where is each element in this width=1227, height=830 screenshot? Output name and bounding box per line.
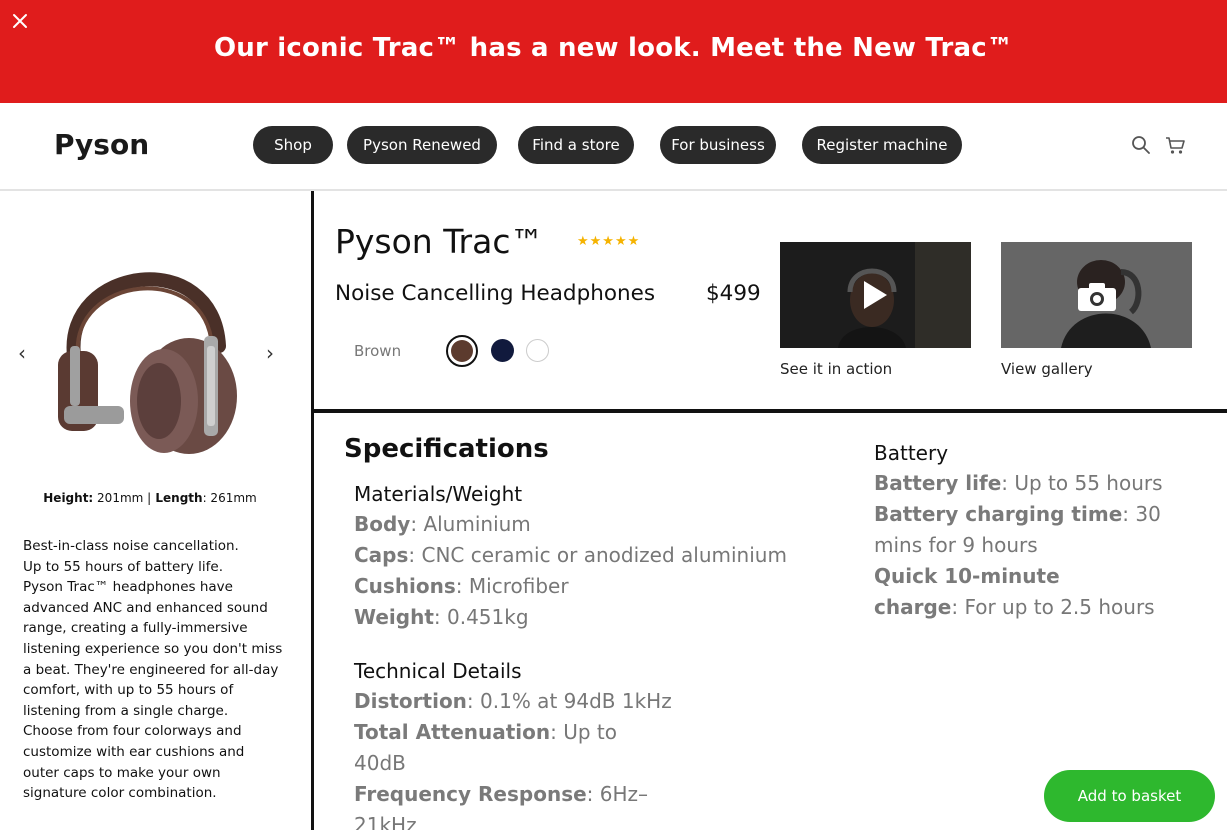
spec-value: : 30 xyxy=(1122,502,1161,526)
swatch-navy[interactable] xyxy=(491,339,514,362)
promo-banner: Our iconic Trac™ has a new look. Meet th… xyxy=(0,0,1227,103)
swatch-brown-fill xyxy=(451,340,473,362)
spec-value: : 0.1% at 94dB 1kHz xyxy=(466,689,672,713)
description-line: customize with ear cushions and xyxy=(23,743,245,760)
spec-key: Cushions xyxy=(354,574,456,598)
spec-quick-charge-cont: charge: For up to 2.5 hours xyxy=(874,592,1155,623)
search-icon[interactable] xyxy=(1130,134,1152,156)
description-line: a beat. They're engineered for all-day xyxy=(23,661,279,678)
camera-icon[interactable] xyxy=(1077,282,1117,312)
description-line: Choose from four colorways and xyxy=(23,723,242,740)
length-label: Length xyxy=(151,491,203,505)
description-line: signature color combination. xyxy=(23,785,217,802)
description-line: Up to 55 hours of battery life. xyxy=(23,558,224,575)
spec-key: Distortion xyxy=(354,689,467,713)
description-line: outer caps to make your own xyxy=(23,764,221,781)
spec-value: : Up to xyxy=(550,720,618,744)
horizontal-divider xyxy=(314,409,1227,413)
spec-weight: Weight: 0.451kg xyxy=(354,602,529,633)
product-description: Best-in-class noise cancellation. Up to … xyxy=(23,536,295,804)
swatch-brown[interactable] xyxy=(446,335,478,367)
play-icon[interactable] xyxy=(860,279,890,311)
prev-image-arrow[interactable]: ‹ xyxy=(18,341,26,365)
spec-cushions: Cushions: Microfiber xyxy=(354,571,569,602)
spec-key: Total Attenuation xyxy=(354,720,551,744)
spec-value: : Aluminium xyxy=(410,512,531,536)
spec-key: Caps xyxy=(354,543,409,567)
spec-caps: Caps: CNC ceramic or anodized aluminium xyxy=(354,540,787,571)
spec-value: mins for 9 hours xyxy=(874,533,1038,557)
spec-value: : Microfiber xyxy=(455,574,569,598)
nav-for-business[interactable]: For business xyxy=(660,126,776,164)
nav-register-machine[interactable]: Register machine xyxy=(802,126,962,164)
product-price: $499 xyxy=(706,281,761,306)
spec-value: : 0.451kg xyxy=(433,605,529,629)
video-thumbnail[interactable] xyxy=(780,242,971,348)
add-to-basket-button[interactable]: Add to basket xyxy=(1044,770,1215,822)
gallery-thumbnail[interactable] xyxy=(1001,242,1192,348)
spec-value: 40dB xyxy=(354,751,406,775)
product-title: Pyson Trac™ xyxy=(335,222,544,261)
spec-attenuation-cont: 40dB xyxy=(354,748,406,779)
logo[interactable]: Pyson xyxy=(54,128,149,161)
spec-distortion: Distortion: 0.1% at 94dB 1kHz xyxy=(354,686,672,717)
nav-find-a-store[interactable]: Find a store xyxy=(518,126,634,164)
banner-message[interactable]: Our iconic Trac™ has a new look. Meet th… xyxy=(0,33,1227,63)
specifications-heading: Specifications xyxy=(344,434,549,464)
description-line: listening from a single charge. xyxy=(23,702,229,719)
spec-frequency-cont: 21kHz xyxy=(354,810,417,830)
battery-heading: Battery xyxy=(874,441,949,465)
spec-key: charge xyxy=(874,595,952,619)
spec-charging-time: Battery charging time: 30 xyxy=(874,499,1161,530)
rating-stars[interactable]: ★★★★★ xyxy=(577,234,640,249)
spec-charging-time-cont: mins for 9 hours xyxy=(874,530,1038,561)
height-value: 201mm xyxy=(93,491,148,505)
spec-value: : For up to 2.5 hours xyxy=(951,595,1155,619)
spec-key: Quick 10-minute xyxy=(874,564,1060,588)
description-line: Pyson Trac™ headphones have xyxy=(23,579,233,596)
spec-body: Body: Aluminium xyxy=(354,509,531,540)
nav-pyson-renewed[interactable]: Pyson Renewed xyxy=(347,126,497,164)
color-label: Brown xyxy=(354,342,402,360)
headphones-image[interactable] xyxy=(44,246,244,461)
technical-heading: Technical Details xyxy=(354,659,522,683)
spec-quick-charge: Quick 10-minute xyxy=(874,561,1060,592)
product-gallery-column: ‹ › Height: 201mm | Length: 261mm Best-i… xyxy=(0,191,311,830)
spec-value: : 6Hz– xyxy=(586,782,649,806)
spec-value: : Up to 55 hours xyxy=(1001,471,1163,495)
product-dimensions: Height: 201mm | Length: 261mm xyxy=(0,491,300,505)
spec-key: Battery charging time xyxy=(874,502,1123,526)
swatch-white[interactable] xyxy=(526,339,549,362)
view-gallery-link[interactable]: View gallery xyxy=(1001,360,1093,378)
description-line: advanced ANC and enhanced sound xyxy=(23,599,268,616)
see-it-in-action-link[interactable]: See it in action xyxy=(780,360,892,378)
description-line: range, creating a fully-immersive xyxy=(23,620,248,637)
description-line: comfort, with up to 55 hours of xyxy=(23,682,234,699)
spec-value: : CNC ceramic or anodized aluminium xyxy=(408,543,787,567)
close-icon[interactable] xyxy=(10,11,30,31)
spec-battery-life: Battery life: Up to 55 hours xyxy=(874,468,1163,499)
next-image-arrow[interactable]: › xyxy=(266,341,274,365)
site-header: Pyson Shop Pyson Renewed Find a store Fo… xyxy=(0,103,1227,191)
description-line: Best-in-class noise cancellation. xyxy=(23,538,239,554)
spec-key: Frequency Response xyxy=(354,782,587,806)
spec-attenuation: Total Attenuation: Up to xyxy=(354,717,617,748)
spec-key: Body xyxy=(354,512,411,536)
nav-shop[interactable]: Shop xyxy=(253,126,333,164)
spec-key: Battery life xyxy=(874,471,1002,495)
spec-frequency: Frequency Response: 6Hz– xyxy=(354,779,648,810)
cart-icon[interactable] xyxy=(1164,134,1186,156)
materials-heading: Materials/Weight xyxy=(354,482,523,506)
vertical-divider xyxy=(311,191,314,830)
description-line: listening experience so you don't miss xyxy=(23,640,283,657)
length-value: : 261mm xyxy=(202,491,257,505)
spec-key: Weight xyxy=(354,605,434,629)
spec-value: 21kHz xyxy=(354,813,417,830)
height-label: Height: xyxy=(43,491,94,505)
product-subtitle: Noise Cancelling Headphones xyxy=(335,281,656,306)
